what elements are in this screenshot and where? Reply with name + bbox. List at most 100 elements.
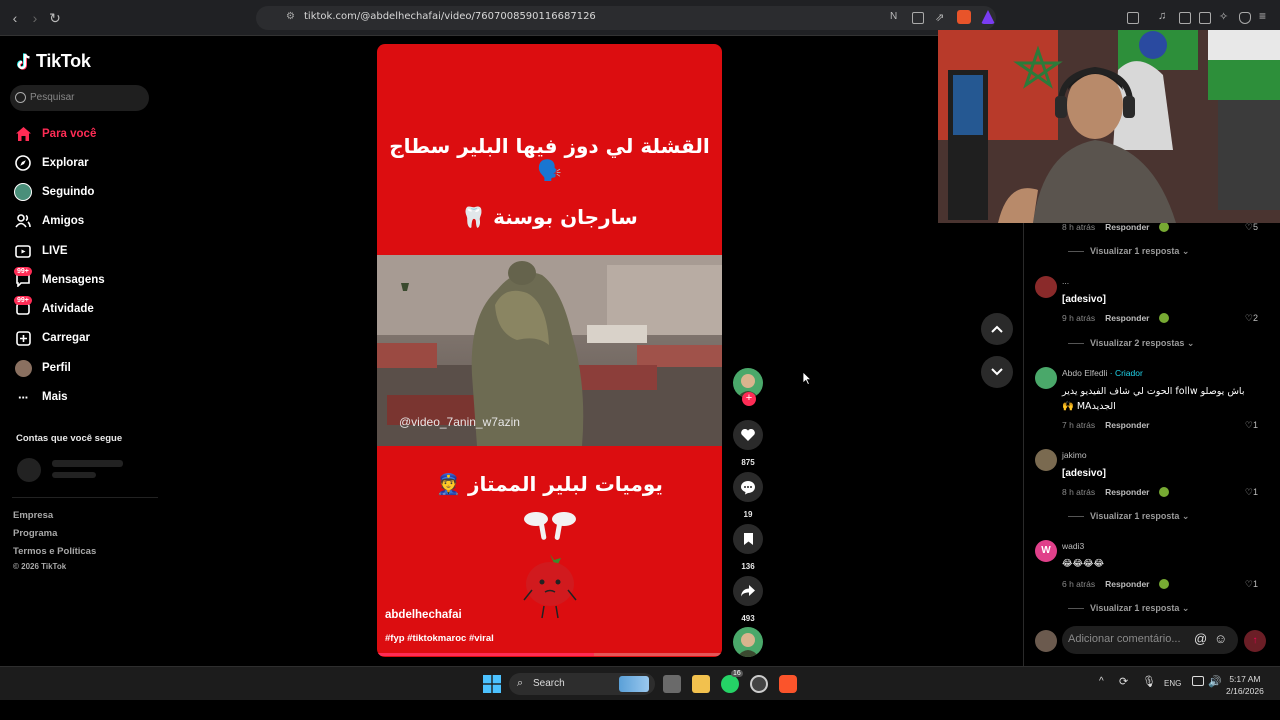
taskbar-search[interactable]: ⌕ Search bbox=[509, 673, 655, 695]
nav-item-friends[interactable]: Amigos bbox=[14, 210, 84, 232]
previous-video-button[interactable] bbox=[981, 313, 1013, 345]
author-avatar-button[interactable]: + bbox=[733, 368, 763, 406]
taskbar-search-label: Search bbox=[533, 678, 565, 689]
nav-item-live[interactable]: LIVE bbox=[14, 240, 68, 262]
media-icon[interactable]: ♫ bbox=[1158, 10, 1170, 22]
brave-browser-icon[interactable] bbox=[779, 675, 797, 693]
footer-link-terms[interactable]: Termos e Políticas bbox=[13, 546, 96, 557]
commenter-avatar[interactable] bbox=[1035, 276, 1057, 298]
brave-shield-icon[interactable] bbox=[957, 10, 971, 24]
vpn-shield-icon[interactable] bbox=[1239, 12, 1251, 24]
commenter-avatar[interactable] bbox=[1035, 367, 1057, 389]
comment-button[interactable]: 19 bbox=[733, 472, 763, 519]
site-info-icon[interactable]: ⚙ bbox=[286, 11, 295, 22]
display-icon[interactable] bbox=[1192, 676, 1204, 686]
heart-outline-icon: ♡ bbox=[1244, 313, 1253, 323]
comment-like[interactable]: ♡5 bbox=[1245, 222, 1258, 233]
footer-link-company[interactable]: Empresa bbox=[13, 510, 53, 521]
share-button[interactable]: 493 bbox=[733, 576, 763, 623]
footer-link-program[interactable]: Programa bbox=[13, 528, 57, 539]
like-button[interactable]: 875 bbox=[733, 420, 763, 467]
comment-time: 7 h atrás bbox=[1062, 420, 1096, 430]
commenter-name-text: Abdo Elfedli bbox=[1062, 368, 1108, 378]
comment-text: الجديدMA 🙌 bbox=[1062, 401, 1116, 412]
search-input[interactable]: Pesquisar bbox=[10, 85, 149, 111]
video-hashtags[interactable]: #fyp #tiktokmaroc #viral bbox=[385, 633, 494, 644]
streamer-webcam-image bbox=[938, 30, 1280, 223]
nav-item-for-you[interactable]: Para você bbox=[14, 123, 96, 145]
reply-button[interactable]: Responder bbox=[1105, 313, 1149, 323]
cast-icon[interactable] bbox=[912, 12, 924, 24]
address-bar[interactable]: ⚙ tiktok.com/@abdelhechafai/video/760700… bbox=[256, 6, 996, 30]
reply-button[interactable]: Responder bbox=[1105, 487, 1149, 497]
nav-item-following[interactable]: Seguindo bbox=[14, 181, 94, 203]
screenshot-icon[interactable] bbox=[1127, 12, 1139, 24]
comment-like[interactable]: ♡1 bbox=[1245, 420, 1258, 431]
reply-button[interactable]: Responder bbox=[1105, 222, 1149, 232]
arrow-up-icon: ↑ bbox=[1252, 635, 1258, 646]
commenter-avatar[interactable]: W bbox=[1035, 540, 1057, 562]
commenter-name[interactable]: jakimo bbox=[1062, 450, 1087, 460]
obs-icon[interactable] bbox=[750, 675, 768, 693]
divider bbox=[12, 497, 158, 498]
volume-icon[interactable]: 🔊 bbox=[1208, 675, 1222, 688]
heart-outline-icon: ♡ bbox=[1244, 579, 1253, 589]
view-replies-button[interactable]: Visualizar 2 respostas ⌄ bbox=[1068, 338, 1194, 349]
chevron-up-icon[interactable]: ^ bbox=[1099, 676, 1104, 687]
more-icon: ··· bbox=[18, 389, 29, 405]
system-clock[interactable]: 5:17 AM 2/16/2026 bbox=[1226, 673, 1264, 697]
no-tracking-icon[interactable]: N bbox=[890, 11, 902, 23]
comment-text: باش يوصلو follw الحوت لي شاف الفيديو يدي… bbox=[1062, 386, 1245, 397]
reply-button[interactable]: Responder bbox=[1105, 420, 1149, 430]
back-icon[interactable]: ‹ bbox=[6, 9, 24, 27]
comment-input[interactable]: Adicionar comentário... @ ☺ bbox=[1062, 626, 1238, 654]
reply-button[interactable]: Responder bbox=[1105, 579, 1149, 589]
post-comment-button[interactable]: ↑ bbox=[1244, 630, 1266, 652]
mouse-cursor-icon bbox=[802, 371, 812, 386]
task-view-icon[interactable] bbox=[663, 675, 681, 693]
forward-icon[interactable]: › bbox=[26, 9, 44, 27]
commenter-name[interactable]: Abdo Elfedli · Criador bbox=[1062, 368, 1143, 378]
sidebar-toggle-icon[interactable] bbox=[1179, 12, 1191, 24]
wallet-icon[interactable] bbox=[1199, 12, 1211, 24]
video-progress-bar[interactable] bbox=[377, 653, 722, 656]
commenter-avatar[interactable] bbox=[1035, 449, 1057, 471]
commenter-name[interactable]: wadi3 bbox=[1062, 541, 1084, 551]
nav-item-upload[interactable]: Carregar bbox=[14, 327, 90, 349]
file-explorer-icon[interactable] bbox=[692, 675, 710, 693]
video-player[interactable]: القشلة لي دوز فيها البلير سطاج 🗣️ سارجان… bbox=[377, 44, 722, 657]
comment-text: [adesivo] bbox=[1062, 294, 1106, 305]
view-replies-button[interactable]: Visualizar 1 resposta ⌄ bbox=[1068, 511, 1189, 522]
view-replies-button[interactable]: Visualizar 1 resposta ⌄ bbox=[1068, 246, 1189, 257]
home-icon bbox=[14, 125, 32, 143]
nav-item-more[interactable]: ··· Mais bbox=[14, 386, 68, 408]
view-replies-button[interactable]: Visualizar 1 resposta ⌄ bbox=[1068, 603, 1189, 614]
commenter-name[interactable]: ... bbox=[1062, 276, 1069, 286]
leo-ai-icon[interactable]: ✧ bbox=[1219, 10, 1231, 23]
nav-item-messages[interactable]: 99+ Mensagens bbox=[14, 267, 105, 291]
reload-icon[interactable]: ↻ bbox=[46, 9, 64, 27]
comment-input-placeholder: Adicionar comentário... bbox=[1068, 633, 1181, 645]
comment-like[interactable]: ♡2 bbox=[1245, 313, 1258, 324]
sync-icon[interactable]: ⟳ bbox=[1119, 675, 1128, 688]
sound-avatar-button[interactable] bbox=[733, 627, 763, 657]
whatsapp-icon[interactable]: 16 bbox=[721, 670, 743, 693]
video-author[interactable]: abdelhechafai bbox=[385, 609, 462, 621]
comment-like[interactable]: ♡1 bbox=[1245, 579, 1258, 590]
share-icon[interactable]: ⇗ bbox=[935, 11, 947, 24]
menu-icon[interactable]: ≡ bbox=[1259, 9, 1271, 23]
input-language[interactable]: ENG bbox=[1164, 679, 1181, 688]
emoji-icon[interactable]: ☺ bbox=[1214, 631, 1227, 646]
nav-item-explore[interactable]: Explorar bbox=[14, 152, 89, 174]
mention-icon[interactable]: @ bbox=[1194, 631, 1207, 646]
nav-item-profile[interactable]: Perfil bbox=[14, 357, 71, 379]
clock-time: 5:17 AM bbox=[1229, 674, 1261, 684]
nav-item-activity[interactable]: 99+ Atividade bbox=[14, 296, 94, 320]
save-button[interactable]: 136 bbox=[733, 524, 763, 571]
comment-like[interactable]: ♡1 bbox=[1245, 487, 1258, 498]
tiktok-logo[interactable]: TikTok bbox=[16, 51, 91, 72]
follow-plus-icon[interactable]: + bbox=[742, 392, 756, 406]
windows-start-icon[interactable] bbox=[483, 675, 501, 693]
next-video-button[interactable] bbox=[981, 356, 1013, 388]
microphone-icon[interactable]: 🎙 bbox=[1142, 675, 1156, 688]
